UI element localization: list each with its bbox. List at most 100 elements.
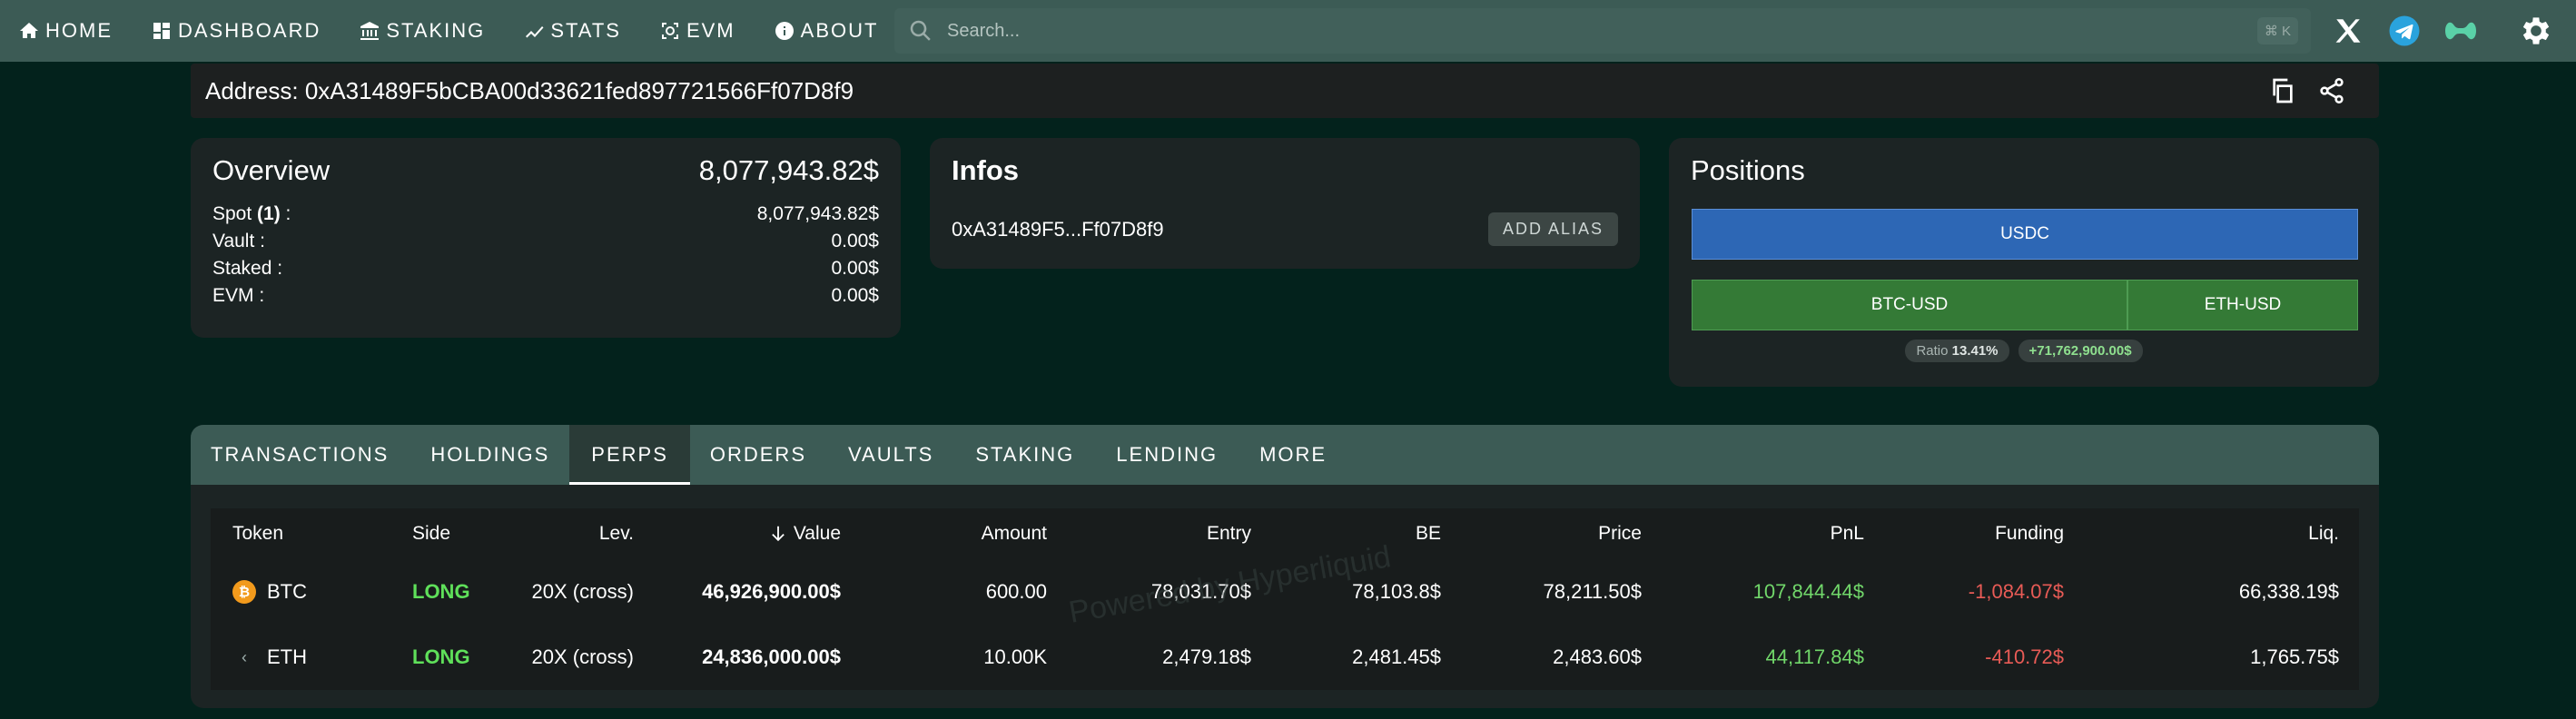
col-be[interactable]: BE [1416, 523, 1441, 545]
lev-cell: 20X (cross) [531, 645, 634, 668]
search-bar[interactable]: Search... ⌘ K [894, 8, 2311, 54]
overview-row-evm: EVM : 0.00$ [212, 285, 879, 312]
hyperliquid-icon[interactable] [2443, 13, 2479, 49]
overview-vault-value: 0.00$ [831, 231, 879, 251]
nav-staking[interactable]: STAKING [359, 0, 485, 62]
value-cell: 46,926,900.00$ [702, 580, 841, 603]
tab-bar: TRANSACTIONS HOLDINGS PERPS ORDERS VAULT… [191, 425, 2379, 485]
positions-card: Positions USDC BTC-USD ETH-USD Ratio 13.… [1669, 138, 2379, 387]
amount-cell: 10.00K [983, 645, 1047, 668]
telegram-icon[interactable] [2386, 13, 2423, 49]
home-icon [20, 23, 38, 38]
share-icon[interactable] [2315, 74, 2348, 107]
address-bar: Address: 0xA31489F5bCBA00d33621fed897721… [191, 64, 2379, 118]
add-alias-button[interactable]: ADD ALIAS [1487, 212, 1618, 246]
liq-cell: 1,765.75$ [2250, 645, 2339, 668]
overview-row-vault: Vault : 0.00$ [212, 231, 879, 258]
pnl-cell: 44,117.84$ [1765, 645, 1864, 668]
col-side[interactable]: Side [412, 523, 450, 545]
social-links [2330, 0, 2479, 62]
total-pill: +71,762,900.00$ [2018, 340, 2143, 362]
overview-spot-value: 8,077,943.82$ [756, 203, 879, 224]
search-placeholder: Search... [947, 20, 1021, 41]
main-nav: HOME DASHBOARD STAKING STATS EVM ABOUT [0, 0, 916, 62]
overview-evm-label: EVM : [212, 285, 265, 306]
col-lev[interactable]: Lev. [599, 523, 634, 545]
liq-cell: 66,338.19$ [2238, 580, 2339, 603]
overview-row-spot: Spot (1) : 8,077,943.82$ [212, 203, 879, 231]
table-row[interactable]: ‹ ETH LONG 20X (cross) 24,836,000.00$ 10… [211, 625, 2359, 690]
perp-positions-bar: BTC-USD ETH-USD [1692, 280, 2358, 330]
side-cell: LONG [412, 580, 470, 603]
dashboard-icon [153, 23, 170, 39]
activity-panel: TRANSACTIONS HOLDINGS PERPS ORDERS VAULT… [191, 425, 2379, 708]
tab-vaults[interactable]: VAULTS [848, 425, 933, 485]
tab-transactions[interactable]: TRANSACTIONS [211, 425, 389, 485]
price-cell: 78,211.50$ [1543, 580, 1642, 603]
token-name: BTC [267, 580, 307, 603]
tab-orders[interactable]: ORDERS [710, 425, 806, 485]
evm-icon [661, 23, 678, 39]
be-cell: 2,481.45$ [1352, 645, 1441, 668]
table-row[interactable]: ₿ BTC LONG 20X (cross) 46,926,900.00$ 60… [211, 559, 2359, 625]
settings-button[interactable] [2514, 9, 2558, 53]
col-liq[interactable]: Liq. [2308, 523, 2339, 545]
perps-table: Token Side Lev. Value Amount Entry BE Pr… [211, 508, 2359, 690]
col-token[interactable]: Token [232, 523, 283, 545]
tab-staking[interactable]: STAKING [975, 425, 1074, 485]
tab-more[interactable]: MORE [1259, 425, 1327, 485]
col-price[interactable]: Price [1598, 523, 1642, 545]
nav-home[interactable]: HOME [18, 0, 113, 62]
positions-stats: Ratio 13.41% +71,762,900.00$ [1669, 340, 2379, 362]
search-shortcut-badge: ⌘ K [2256, 17, 2298, 44]
tab-holdings[interactable]: HOLDINGS [430, 425, 549, 485]
x-icon[interactable] [2330, 13, 2366, 49]
col-pnl[interactable]: PnL [1831, 523, 1864, 545]
nav-evm[interactable]: EVM [659, 0, 735, 62]
entry-cell: 78,031.70$ [1150, 580, 1251, 603]
bank-icon [360, 22, 380, 40]
col-amount[interactable]: Amount [982, 523, 1047, 545]
nav-evm-label: EVM [686, 19, 735, 42]
infos-title: Infos [952, 154, 1020, 186]
token-cell: ₿ BTC [232, 580, 307, 604]
table-header: Token Side Lev. Value Amount Entry BE Pr… [211, 508, 2359, 559]
col-entry[interactable]: Entry [1207, 523, 1251, 545]
usdc-position-bar[interactable]: USDC [1692, 209, 2358, 260]
nav-staking-label: STAKING [386, 19, 486, 42]
eth-position-bar[interactable]: ETH-USD [2127, 280, 2358, 330]
wallet-address: Address: 0xA31489F5bCBA00d33621fed897721… [205, 76, 854, 104]
ethereum-icon: ‹ [242, 647, 247, 666]
funding-cell: -1,084.07$ [1968, 580, 2064, 603]
copy-icon[interactable] [2266, 74, 2299, 107]
bitcoin-icon: ₿ [232, 580, 256, 604]
gear-icon [2522, 17, 2550, 44]
short-address: 0xA31489F5...Ff07D8f9 [952, 217, 1164, 241]
btc-position-bar[interactable]: BTC-USD [1692, 280, 2128, 330]
amount-cell: 600.00 [985, 580, 1047, 603]
nav-dashboard[interactable]: DASHBOARD [151, 0, 321, 62]
positions-title: Positions [1691, 154, 1805, 186]
pnl-cell: 107,844.44$ [1752, 580, 1864, 603]
lev-cell: 20X (cross) [531, 580, 634, 603]
col-funding[interactable]: Funding [1995, 523, 2064, 545]
value-cell: 24,836,000.00$ [702, 645, 841, 668]
col-value-label: Value [793, 523, 841, 544]
overview-staked-value: 0.00$ [831, 258, 879, 279]
nav-stats[interactable]: STATS [523, 0, 621, 62]
info-icon [775, 22, 794, 40]
overview-title: Overview [212, 154, 331, 186]
funding-cell: -410.72$ [1985, 645, 2064, 668]
top-navigation-bar: HOME DASHBOARD STAKING STATS EVM ABOUT S… [0, 0, 2576, 62]
arrow-down-icon [772, 526, 785, 542]
overview-row-staked: Staked : 0.00$ [212, 258, 879, 285]
tab-perps[interactable]: PERPS [569, 425, 690, 485]
address-actions [2266, 74, 2348, 107]
tab-lending[interactable]: LENDING [1116, 425, 1218, 485]
price-cell: 2,483.60$ [1553, 645, 1642, 668]
trend-icon [526, 26, 544, 38]
overview-evm-value: 0.00$ [831, 285, 879, 306]
nav-about[interactable]: ABOUT [774, 0, 879, 62]
token-name: ETH [267, 645, 307, 668]
col-value[interactable]: Value [768, 523, 841, 545]
